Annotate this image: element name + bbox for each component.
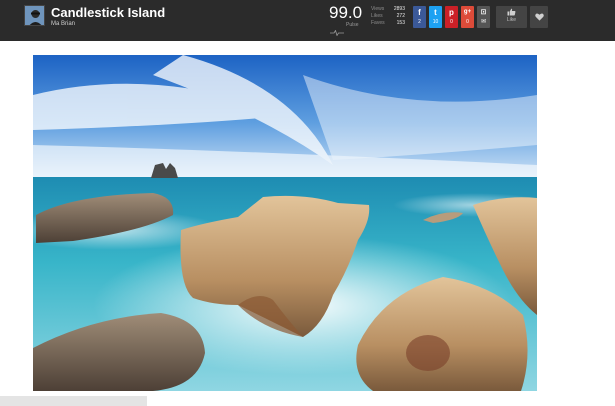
email-icon: ✉: [480, 19, 487, 25]
author-name[interactable]: Ma Brian: [51, 21, 75, 27]
stat-value: 2893: [393, 6, 405, 12]
scroll-indicator[interactable]: [0, 396, 147, 406]
pulse-label: Pulse: [346, 22, 359, 28]
share-save-button[interactable]: ⊡ ✉: [477, 6, 490, 28]
stat-value: 153: [396, 20, 405, 26]
stats-list: Views 2893 Likes 272 Faves 153: [371, 6, 405, 27]
seascape-photo-image: [33, 55, 537, 391]
stat-views: Views 2893: [371, 6, 405, 13]
pulse-score: 99.0: [329, 3, 363, 22]
stat-value: 272: [396, 13, 405, 19]
heart-icon: [534, 13, 544, 21]
share-count: 10: [432, 19, 439, 25]
twitter-icon: t: [434, 8, 437, 17]
like-button[interactable]: Like: [496, 6, 527, 28]
share-buttons: f 2 t 10 p 0 g+ 0 ⊡ ✉: [413, 6, 490, 28]
photo-title[interactable]: Candlestick Island: [51, 5, 165, 20]
share-google-plus-button[interactable]: g+ 0: [461, 6, 474, 28]
pulse-icon: [330, 29, 344, 37]
share-pinterest-button[interactable]: p 0: [445, 6, 458, 28]
avatar[interactable]: [24, 5, 45, 26]
main-photo[interactable]: [33, 55, 537, 391]
save-icon: ⊡: [480, 9, 487, 16]
share-count: 0: [450, 19, 453, 25]
like-label: Like: [506, 17, 517, 23]
share-count: 0: [466, 19, 469, 25]
stat-likes: Likes 272: [371, 13, 405, 20]
pulse-meta: Pulse: [330, 22, 364, 37]
stat-label: Likes: [371, 13, 383, 19]
share-count: 2: [418, 19, 421, 25]
facebook-icon: f: [418, 8, 421, 17]
stat-faves: Faves 153: [371, 20, 405, 27]
fave-button[interactable]: [530, 6, 548, 28]
stat-label: Faves: [371, 20, 385, 26]
thumbs-up-icon: [507, 8, 516, 16]
avatar-image: [25, 6, 44, 25]
share-facebook-button[interactable]: f 2: [413, 6, 426, 28]
pinterest-icon: p: [449, 8, 454, 17]
google-plus-icon: g+: [463, 9, 472, 15]
stat-label: Views: [371, 6, 385, 12]
top-bar: Candlestick Island Ma Brian 99.0 Pulse V…: [0, 0, 615, 41]
share-twitter-button[interactable]: t 10: [429, 6, 442, 28]
